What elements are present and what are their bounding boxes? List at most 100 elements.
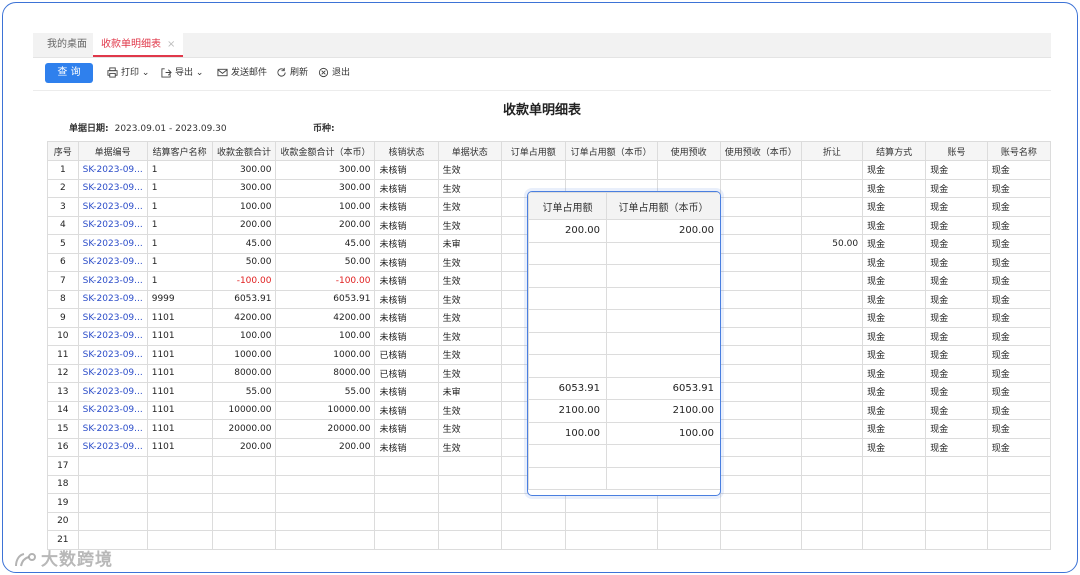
table-cell[interactable]: SK-2023-09... [77, 363, 148, 383]
tab-my-desktop[interactable]: 我的桌面 [47, 33, 87, 57]
tab-label: 收款单明细表 [101, 39, 161, 50]
table-cell [719, 511, 802, 531]
column-header[interactable]: 收款金额合计 [211, 141, 277, 161]
column-header[interactable]: 使用预收 [656, 141, 721, 161]
table-cell[interactable]: SK-2023-09... [77, 382, 148, 402]
table-cell: 现金 [986, 215, 1051, 235]
column-header[interactable]: 结算客户名称 [146, 141, 213, 161]
table-cell [500, 530, 566, 550]
table-cell: 14 [47, 400, 79, 420]
table-cell[interactable]: SK-2023-09... [77, 178, 148, 198]
table-cell [800, 289, 864, 309]
column-header[interactable]: 单据状态 [437, 141, 502, 161]
table-cell[interactable]: SK-2023-09... [77, 271, 148, 291]
table-cell [656, 160, 721, 180]
table-cell[interactable]: SK-2023-09... [77, 308, 148, 328]
table-cell[interactable] [77, 456, 148, 476]
table-cell [564, 160, 658, 180]
table-cell[interactable]: SK-2023-09... [77, 160, 148, 180]
table-cell [800, 363, 864, 383]
table-cell [719, 345, 802, 365]
refresh-label: 刷新 [290, 68, 309, 78]
table-cell: 未核销 [374, 160, 439, 180]
tab-bar: 我的桌面 收款单明细表 × [33, 33, 1051, 58]
table-cell[interactable]: SK-2023-09... [77, 419, 148, 439]
refresh-button[interactable]: 刷新 [276, 65, 308, 81]
send-email-button[interactable]: 发送邮件 [217, 65, 267, 81]
table-cell: 现金 [862, 178, 927, 198]
table-cell: 100.00 [211, 197, 277, 217]
table-cell [800, 400, 864, 420]
table-cell: 1 [146, 234, 213, 254]
table-cell[interactable] [77, 511, 148, 531]
table-cell[interactable]: SK-2023-09... [77, 345, 148, 365]
table-cell: 9999 [146, 289, 213, 309]
close-icon[interactable]: × [167, 39, 175, 50]
table-cell[interactable]: SK-2023-09... [77, 234, 148, 254]
table-cell: 现金 [925, 400, 988, 420]
table-cell: 5 [47, 234, 79, 254]
popup-row [528, 241, 720, 265]
table-cell: 1 [146, 178, 213, 198]
table-cell: 现金 [986, 382, 1051, 402]
column-header[interactable]: 核销状态 [374, 141, 439, 161]
table-row[interactable]: 1 SK-2023-09... 1 300.00 300.00 未核销 生效 现金 现金 现金 [47, 160, 1051, 180]
table-cell[interactable]: SK-2023-09... [77, 289, 148, 309]
column-header[interactable]: 结算方式 [862, 141, 927, 161]
table-cell [800, 419, 864, 439]
table-cell [437, 456, 502, 476]
table-cell: 生效 [437, 308, 502, 328]
table-cell [862, 456, 927, 476]
column-header[interactable]: 折让 [800, 141, 864, 161]
column-header[interactable]: 单据编号 [77, 141, 148, 161]
table-cell [719, 419, 802, 439]
popup-cell: 6053.91 [528, 376, 607, 400]
table-cell: 1101 [146, 363, 213, 383]
table-cell [925, 474, 988, 494]
table-cell: 300.00 [211, 178, 277, 198]
table-cell[interactable]: SK-2023-09... [77, 326, 148, 346]
table-cell: -100.00 [211, 271, 277, 291]
column-header[interactable]: 订单占用额 [500, 141, 566, 161]
tab-receipt-detail[interactable]: 收款单明细表 × [93, 33, 184, 57]
table-cell [986, 456, 1051, 476]
print-button[interactable]: 打印 ⌄ [107, 65, 149, 81]
table-cell[interactable]: SK-2023-09... [77, 215, 148, 235]
table-cell[interactable]: SK-2023-09... [77, 400, 148, 420]
table-cell [719, 382, 802, 402]
exit-label: 退出 [332, 68, 351, 78]
export-button[interactable]: 导出 ⌄ [161, 65, 203, 81]
table-cell: 生效 [437, 289, 502, 309]
table-row[interactable]: 21 [47, 530, 1051, 550]
column-header[interactable]: 账号名称 [986, 141, 1051, 161]
table-cell: 现金 [862, 400, 927, 420]
table-cell [275, 530, 376, 550]
table-cell: 未核销 [374, 419, 439, 439]
table-cell[interactable] [77, 474, 148, 494]
column-header[interactable]: 订单占用额（本币） [564, 141, 658, 161]
query-button[interactable]: 查 询 [45, 63, 93, 83]
table-cell: 现金 [925, 197, 988, 217]
currency-filter: 币种: [313, 121, 341, 134]
table-cell [800, 456, 864, 476]
exit-button[interactable]: 退出 [318, 65, 350, 81]
table-row[interactable]: 20 [47, 511, 1051, 531]
table-cell: 100.00 [275, 197, 376, 217]
table-cell: 生效 [437, 197, 502, 217]
table-row[interactable]: 19 [47, 493, 1051, 513]
table-cell[interactable]: SK-2023-09... [77, 252, 148, 272]
table-cell[interactable] [77, 493, 148, 513]
column-header[interactable]: 使用预收（本币） [719, 141, 802, 161]
table-cell [986, 474, 1051, 494]
table-cell [146, 530, 213, 550]
column-header[interactable]: 收款金额合计（本币） [275, 141, 376, 161]
table-cell [800, 493, 864, 513]
table-cell: 200.00 [211, 215, 277, 235]
table-cell[interactable]: SK-2023-09... [77, 197, 148, 217]
toolbar: 查 询 打印 ⌄ 导出 ⌄ 发送邮件 刷新 退出 [33, 58, 1051, 91]
column-header[interactable]: 账号 [925, 141, 988, 161]
table-cell[interactable]: SK-2023-09... [77, 437, 148, 457]
table-cell [564, 530, 658, 550]
column-header[interactable]: 序号 [47, 141, 79, 161]
table-cell: 200.00 [211, 437, 277, 457]
